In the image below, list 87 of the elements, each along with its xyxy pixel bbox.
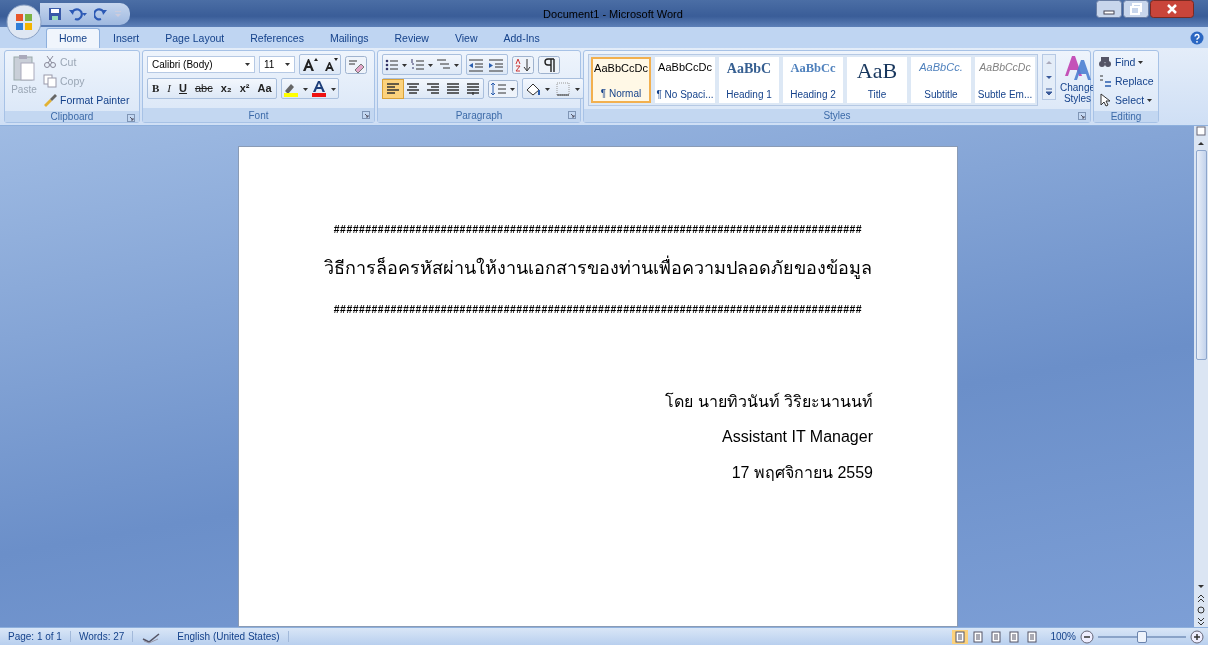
replace-button[interactable]: Replace bbox=[1098, 73, 1154, 89]
group-label: Font bbox=[248, 109, 269, 121]
clipboard-icon bbox=[12, 54, 36, 82]
style-tile[interactable]: AaBbCcDc ¶ Normal bbox=[591, 57, 651, 103]
caret-icon bbox=[1138, 60, 1144, 64]
gallery-scroll-bar[interactable] bbox=[1042, 54, 1056, 100]
format-painter-button[interactable]: Format Painter bbox=[43, 92, 130, 108]
ribbon-tab[interactable]: Insert bbox=[100, 28, 153, 48]
document-heading: วิธีการล็อครหัสผ่านให้งานเอกสารของท่านเพื่อความปลอดภัยของข้อมูล bbox=[324, 247, 872, 289]
scissors-icon bbox=[43, 55, 57, 69]
window-title: Document1 - Microsoft Word bbox=[542, 7, 684, 20]
document-text: Assistant IT Manager bbox=[721, 428, 873, 446]
dialog-launcher-icon[interactable] bbox=[568, 111, 576, 119]
browse-object-icon[interactable] bbox=[1195, 605, 1207, 615]
styles-letters-icon bbox=[1063, 54, 1092, 82]
strikethrough-button[interactable]: abc bbox=[190, 80, 217, 97]
ribbon-tab[interactable]: Mailings bbox=[316, 28, 382, 48]
superscript-button[interactable]: x² bbox=[235, 80, 254, 97]
document-text: 17 พฤศจิกายน 2559 bbox=[730, 463, 873, 483]
font-name-dropdown[interactable]: Calibri (Body) bbox=[147, 56, 255, 73]
hash-line: #################################################################################### bbox=[332, 303, 864, 315]
caret-icon bbox=[285, 63, 290, 66]
previous-page-icon[interactable] bbox=[1195, 593, 1207, 603]
word-count[interactable]: Words: 27 bbox=[70, 631, 134, 642]
redo-icon[interactable] bbox=[94, 6, 108, 21]
paintbrush-icon bbox=[43, 93, 57, 107]
find-button[interactable]: Find bbox=[1098, 54, 1154, 70]
zoom-level[interactable]: 100% bbox=[1050, 631, 1076, 642]
copy-icon bbox=[43, 74, 57, 88]
italic-button[interactable]: I bbox=[163, 80, 175, 97]
help-icon[interactable] bbox=[1190, 31, 1204, 45]
close-button[interactable] bbox=[1150, 0, 1194, 18]
subscript-button[interactable]: x₂ bbox=[216, 80, 236, 97]
style-tile[interactable]: AaBbCcDc ¶ No Spaci... bbox=[655, 57, 715, 103]
group-label: Clipboard bbox=[50, 111, 94, 122]
zoom-in-icon[interactable] bbox=[1190, 629, 1204, 644]
font-color-icon[interactable] bbox=[309, 79, 338, 98]
minimize-button[interactable] bbox=[1096, 0, 1122, 18]
hash-line: #################################################################################### bbox=[332, 223, 864, 235]
language[interactable]: English (United States) bbox=[169, 631, 289, 642]
underline-button[interactable]: U bbox=[175, 80, 191, 97]
save-icon[interactable] bbox=[48, 6, 62, 21]
group-label: Editing bbox=[1110, 111, 1142, 122]
document-text: โดย นายทิวนันท์ วิริยะนานนท์ bbox=[664, 391, 873, 412]
sort-icon[interactable] bbox=[512, 55, 534, 74]
pilcrow-icon[interactable] bbox=[538, 55, 560, 74]
page-count[interactable]: Page: 1 of 1 bbox=[0, 631, 71, 642]
dialog-launcher-icon[interactable] bbox=[1078, 112, 1086, 120]
font-size-dropdown[interactable]: 11 bbox=[259, 56, 295, 73]
slider-thumb[interactable] bbox=[1137, 630, 1147, 643]
scroll-thumb[interactable] bbox=[1195, 150, 1207, 360]
print-layout-icon[interactable] bbox=[952, 629, 969, 644]
vertical-scroll-bar[interactable] bbox=[1194, 126, 1208, 627]
ribbon-tab[interactable]: Add-Ins bbox=[490, 28, 553, 48]
group-label: Paragraph bbox=[455, 109, 503, 121]
clear-formatting-icon[interactable] bbox=[345, 55, 367, 74]
change-case-button[interactable]: Aa bbox=[253, 80, 276, 97]
next-page-icon[interactable] bbox=[1195, 617, 1207, 627]
dialog-launcher-icon[interactable] bbox=[362, 111, 370, 119]
ribbon-tab[interactable]: Review bbox=[381, 28, 442, 48]
ribbon-tab[interactable]: Page Layout bbox=[152, 28, 238, 48]
line-spacing-icon[interactable] bbox=[488, 79, 518, 98]
change-styles-button[interactable]: Change Styles bbox=[1060, 54, 1096, 104]
restore-button[interactable] bbox=[1123, 0, 1149, 18]
caret-icon bbox=[1147, 98, 1153, 102]
style-tile[interactable]: AaB Title bbox=[847, 57, 907, 103]
group-label: Styles bbox=[823, 110, 851, 121]
ribbon-tab[interactable]: Home bbox=[46, 28, 100, 48]
cursor-icon bbox=[1098, 93, 1112, 107]
undo-icon[interactable] bbox=[68, 6, 88, 21]
binoculars-icon bbox=[1098, 55, 1112, 69]
replace-icon bbox=[1098, 74, 1112, 88]
bold-button[interactable]: B bbox=[148, 80, 164, 97]
style-tile[interactable]: AaBbC Heading 1 bbox=[719, 57, 779, 103]
style-tile[interactable]: AaBbCcDc Subtle Em... bbox=[975, 57, 1035, 103]
more-icon[interactable] bbox=[1043, 87, 1055, 97]
ribbon-tab[interactable]: References bbox=[237, 28, 317, 48]
align-left-icon[interactable] bbox=[383, 79, 403, 98]
ribbon-tab[interactable]: View bbox=[441, 28, 491, 48]
zoom-out-icon[interactable] bbox=[1080, 629, 1094, 644]
ruler-toggle-icon[interactable] bbox=[1195, 126, 1207, 136]
style-tile[interactable]: AaBbCc Heading 2 bbox=[783, 57, 843, 103]
borders-icon[interactable] bbox=[553, 79, 583, 98]
select-button[interactable]: Select bbox=[1098, 92, 1154, 108]
dialog-launcher-icon[interactable] bbox=[127, 114, 135, 122]
style-tile[interactable]: AaBbCc. Subtitle bbox=[911, 57, 971, 103]
caret-icon bbox=[245, 63, 250, 66]
